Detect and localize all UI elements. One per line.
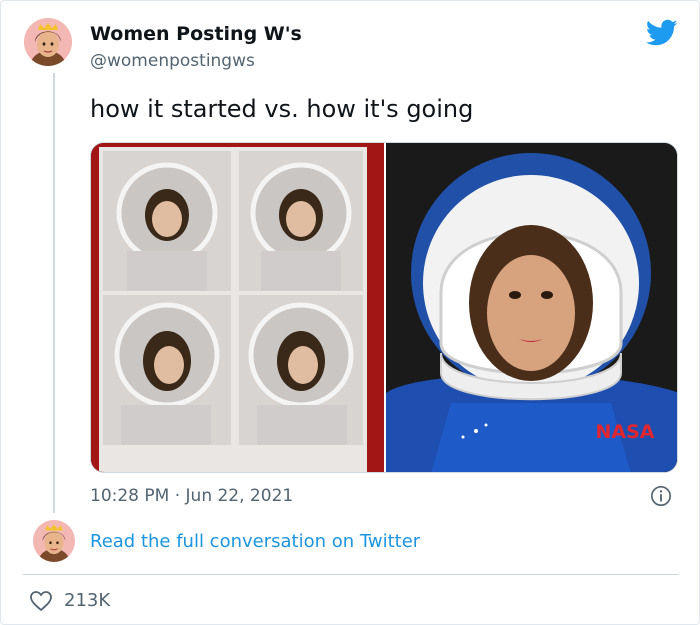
photo-before[interactable] <box>91 143 384 473</box>
twitter-bird-icon[interactable] <box>646 19 678 47</box>
reply-avatar[interactable] <box>33 520 75 562</box>
tweet-text: how it started vs. how it's going <box>90 95 474 123</box>
thread-line <box>53 73 55 513</box>
tweet-card: Women Posting W's @womenpostingws how it… <box>0 0 700 625</box>
author-name[interactable]: Women Posting W's <box>90 23 302 45</box>
heart-outline-icon[interactable] <box>29 590 53 612</box>
info-icon[interactable] <box>650 485 672 507</box>
like-count[interactable]: 213K <box>64 590 110 611</box>
tweet-timestamp[interactable]: 10:28 PM · Jun 22, 2021 <box>90 486 293 506</box>
tweet-media[interactable]: NASA <box>90 142 678 473</box>
divider <box>23 574 679 575</box>
author-handle[interactable]: @womenpostingws <box>90 51 255 71</box>
photo-after[interactable]: NASA <box>386 143 678 473</box>
nasa-patch: NASA <box>596 421 655 443</box>
author-avatar[interactable] <box>24 18 72 66</box>
read-conversation-link[interactable]: Read the full conversation on Twitter <box>90 531 420 552</box>
